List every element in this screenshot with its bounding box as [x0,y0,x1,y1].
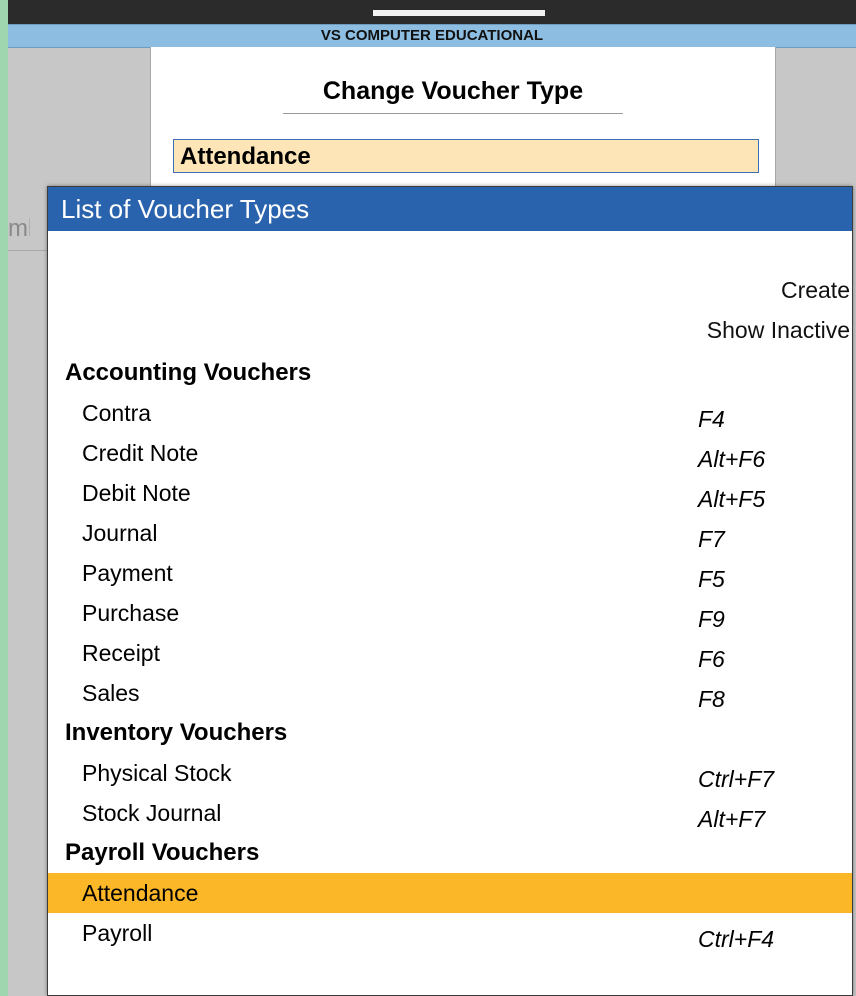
voucher-type-label: Physical Stock [82,760,232,786]
voucher-type-item[interactable]: Attendance [48,873,852,913]
group-label: Accounting Vouchers [65,359,312,386]
voucher-type-label: Payroll [82,920,153,946]
voucher-group-header: Payroll Vouchers [48,833,852,873]
voucher-group-header: Accounting Vouchers [48,353,852,393]
voucher-type-list: Accounting Vouchers Contra F4 Credit Note Al… [48,353,852,953]
voucher-type-label: Stock Journal [82,800,222,826]
voucher-type-item[interactable]: Payment F5 [48,553,852,593]
voucher-type-item[interactable]: Contra F4 [48,393,852,433]
voucher-type-item[interactable]: Purchase F9 [48,593,852,633]
voucher-type-item[interactable]: Sales F8 [48,673,852,713]
create-action[interactable]: Create [781,277,850,304]
voucher-type-item[interactable]: Stock Journal Alt+F7 [48,793,852,833]
voucher-type-label: Credit Note [82,440,199,466]
show-inactive-action[interactable]: Show Inactive [707,317,850,344]
voucher-type-item[interactable]: Credit Note Alt+F6 [48,433,852,473]
voucher-type-label: Journal [82,520,158,546]
voucher-group-header: Inventory Vouchers [48,713,852,753]
voucher-type-item[interactable]: Debit Note Alt+F5 [48,473,852,513]
voucher-type-item[interactable]: Receipt F6 [48,633,852,673]
top-tab [373,10,545,16]
voucher-type-label: Purchase [82,600,180,626]
background-label-fragment: mb [8,215,30,242]
voucher-type-label: Sales [82,680,140,706]
voucher-type-label: Attendance [82,880,199,906]
voucher-type-label: Contra [82,400,152,426]
voucher-type-input[interactable]: Attendance [173,139,759,173]
top-bar [8,0,856,24]
shortcut-key: Ctrl+F4 [698,926,775,952]
voucher-type-label: Receipt [82,640,160,666]
voucher-types-list-panel: List of Voucher Types Create Show Inacti… [47,186,853,996]
voucher-type-label: Debit Note [82,480,191,506]
voucher-type-label: Payment [82,560,173,586]
voucher-type-item[interactable]: Payroll Ctrl+F4 [48,913,852,953]
dialog-title: Change Voucher Type [283,77,623,114]
group-label: Inventory Vouchers [65,719,288,746]
voucher-type-item[interactable]: Journal F7 [48,513,852,553]
group-label: Payroll Vouchers [65,839,260,866]
company-name: VS COMPUTER EDUCATIONAL [8,24,856,48]
change-voucher-type-dialog: Change Voucher Type Attendance [150,47,776,207]
list-title: List of Voucher Types [48,187,852,231]
voucher-type-item[interactable]: Physical Stock Ctrl+F7 [48,753,852,793]
